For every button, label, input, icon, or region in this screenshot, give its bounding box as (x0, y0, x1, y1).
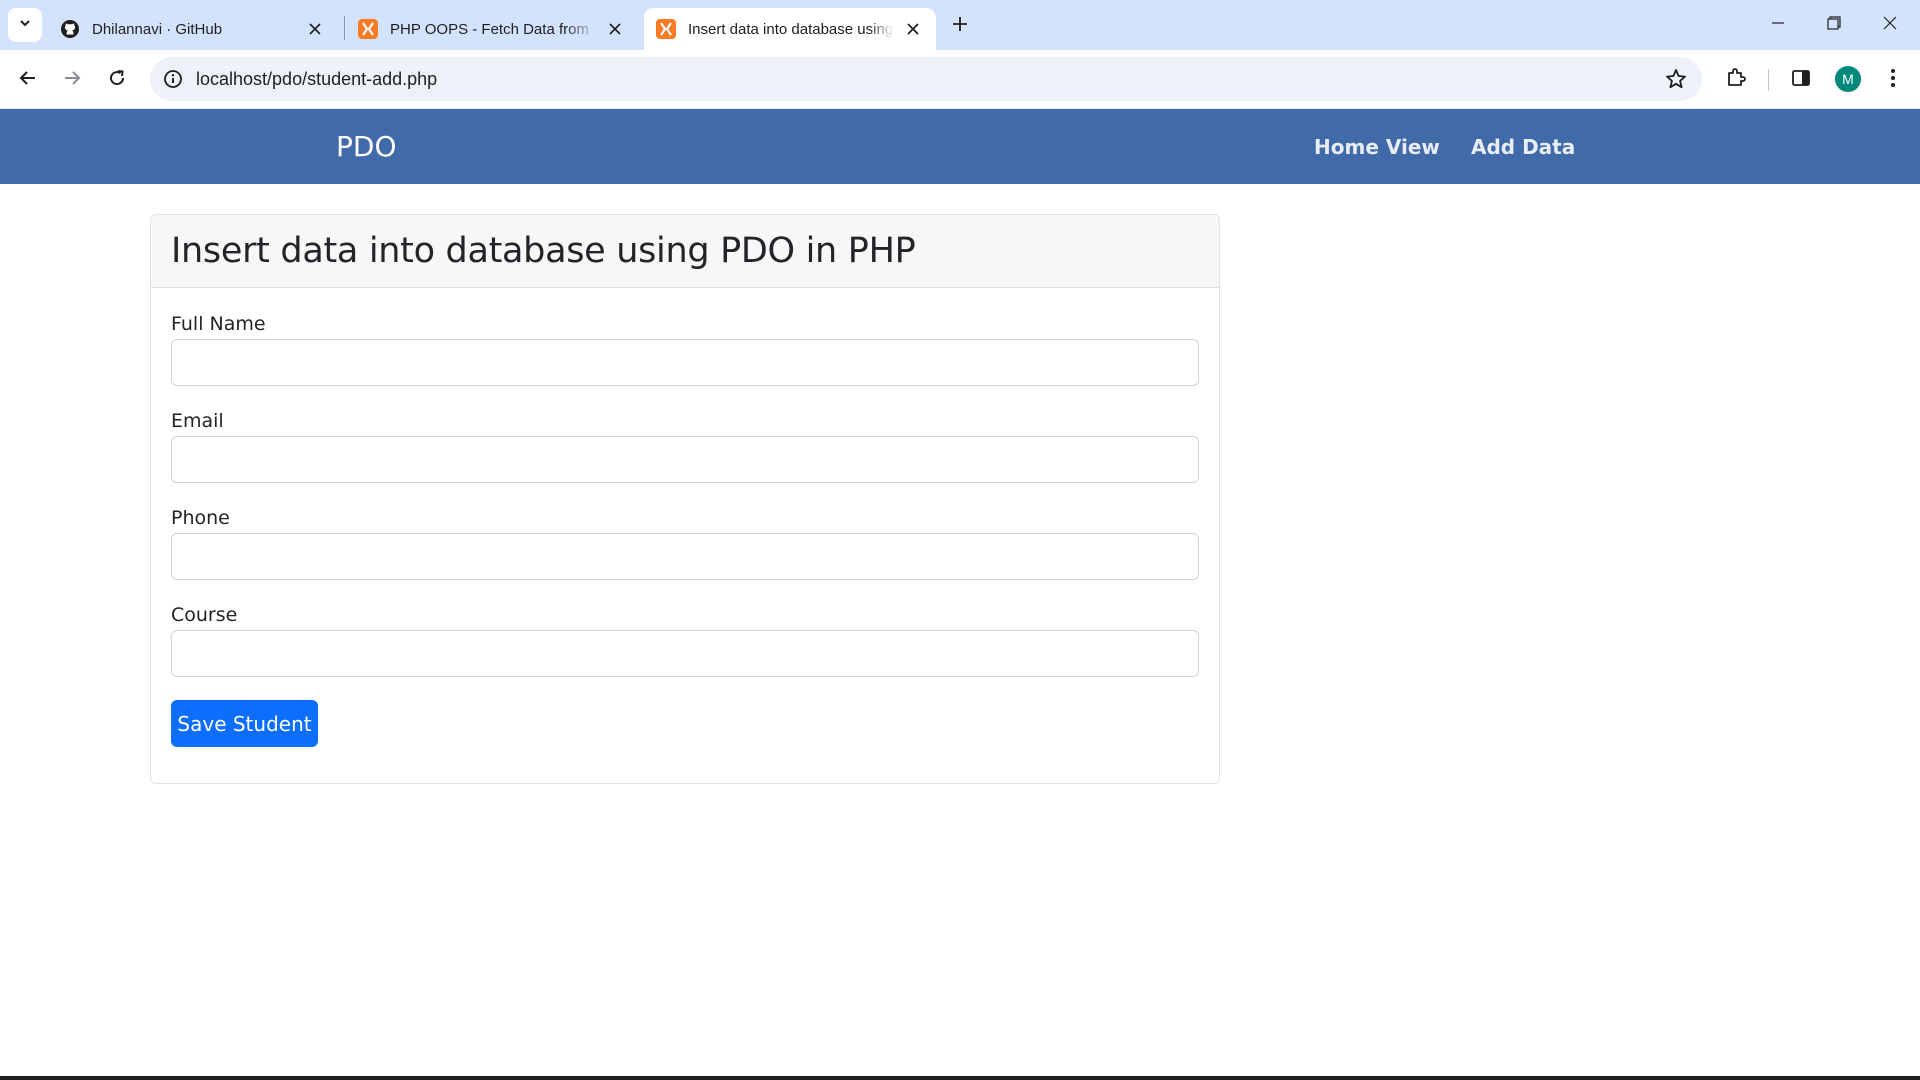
site-navbar: PDO Home View Add Data (0, 109, 1920, 184)
forward-button[interactable] (56, 64, 88, 96)
chevron-down-icon (18, 16, 32, 35)
github-icon (60, 19, 80, 39)
toolbar-divider (1768, 69, 1769, 91)
restore-icon (1827, 15, 1841, 35)
url-text: localhost/pdo/student-add.php (196, 69, 438, 89)
navbar-brand[interactable]: PDO (336, 130, 396, 163)
minimize-icon (1771, 16, 1785, 35)
close-tab-icon[interactable] (304, 18, 326, 40)
close-icon (1883, 16, 1897, 35)
restore-button[interactable] (1806, 0, 1862, 50)
full-name-label: Full Name (171, 313, 266, 335)
extensions-button[interactable] (1720, 64, 1752, 96)
more-vert-icon (1890, 68, 1896, 93)
phone-input[interactable] (171, 533, 1199, 580)
card-header: Insert data into database using PDO in P… (151, 215, 1219, 288)
full-name-input[interactable] (171, 339, 1199, 386)
arrow-right-icon (63, 69, 81, 92)
save-student-button[interactable]: Save Student (171, 700, 318, 747)
address-bar[interactable]: localhost/pdo/student-add.php (150, 57, 1702, 101)
course-input[interactable] (171, 630, 1199, 677)
side-panel-button[interactable] (1785, 64, 1817, 96)
screen-bottom-edge (0, 1076, 1920, 1080)
tab-strip: Dhilannavi · GitHub PHP OOPS - Fetch Dat… (0, 0, 1920, 50)
tab-search-button[interactable] (8, 8, 42, 42)
tab-title: PHP OOPS - Fetch Data from da (390, 20, 596, 38)
xampp-icon (656, 19, 676, 39)
plus-icon (952, 16, 968, 37)
student-form-card: Insert data into database using PDO in P… (150, 214, 1220, 784)
tab-title: Dhilannavi · GitHub (92, 20, 223, 38)
tab-github[interactable]: Dhilannavi · GitHub (48, 8, 338, 50)
close-window-button[interactable] (1862, 0, 1918, 50)
arrow-left-icon (19, 69, 37, 92)
side-panel-icon (1791, 68, 1811, 93)
browser-menu-button[interactable] (1877, 64, 1909, 96)
puzzle-icon (1725, 67, 1747, 94)
minimize-button[interactable] (1750, 0, 1806, 50)
reload-icon (108, 69, 126, 92)
course-label: Course (171, 604, 238, 626)
page-title: Insert data into database using PDO in P… (171, 231, 916, 271)
browser-toolbar: localhost/pdo/student-add.php M (0, 50, 1920, 109)
bookmark-star-icon[interactable] (1664, 67, 1688, 91)
email-label: Email (171, 410, 224, 432)
tab-insert-data[interactable]: Insert data into database using (644, 8, 936, 50)
tab-php-oops[interactable]: PHP OOPS - Fetch Data from da (346, 8, 638, 50)
close-tab-icon[interactable] (902, 18, 924, 40)
email-input[interactable] (171, 436, 1199, 483)
nav-link-add-data[interactable]: Add Data (1471, 135, 1575, 159)
back-button[interactable] (12, 64, 44, 96)
tab-divider (344, 16, 345, 40)
new-tab-button[interactable] (946, 12, 974, 40)
reload-button[interactable] (101, 64, 133, 96)
nav-link-home-view[interactable]: Home View (1314, 135, 1440, 159)
tab-title: Insert data into database using (688, 20, 894, 38)
phone-label: Phone (171, 507, 230, 529)
site-info-icon[interactable] (162, 68, 184, 90)
close-tab-icon[interactable] (604, 18, 626, 40)
xampp-icon (358, 19, 378, 39)
profile-avatar[interactable]: M (1835, 66, 1861, 92)
